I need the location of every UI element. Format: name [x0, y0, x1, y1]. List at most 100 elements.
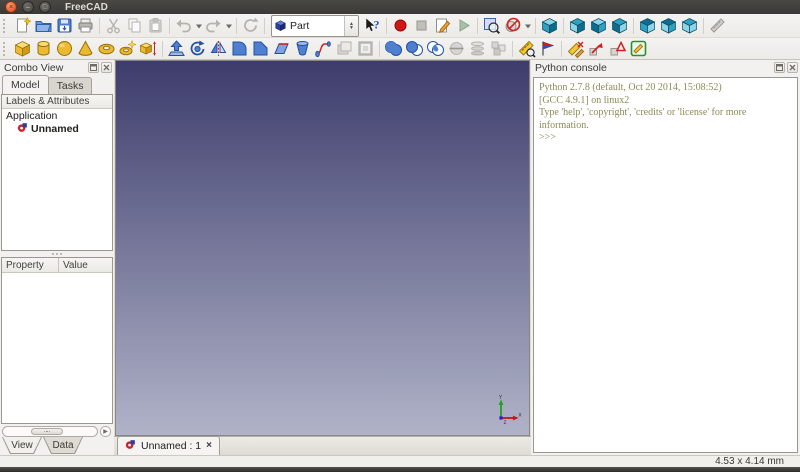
scrollbar-step-button[interactable]: ▶ — [100, 426, 111, 437]
cube-left-icon — [680, 16, 699, 35]
part-create-primitives-button[interactable] — [117, 38, 138, 59]
part-boolean-union-button[interactable] — [383, 38, 404, 59]
scrollbar-thumb[interactable] — [31, 428, 64, 435]
measure-linear-button[interactable] — [516, 38, 537, 59]
minimize-icon: – — [26, 3, 30, 11]
toolbar-separator — [700, 17, 707, 35]
tree-item-unnamed[interactable]: Unnamed — [2, 122, 112, 135]
axis-label-y: Y — [499, 395, 503, 401]
arrow-right-icon: ▶ — [103, 429, 108, 435]
workbench-selector-spinner[interactable]: ▲ ▼ — [344, 15, 358, 36]
part-extrude-button[interactable] — [166, 38, 187, 59]
toolbar-handle[interactable] — [3, 41, 9, 56]
redo-button — [203, 15, 224, 36]
toolbar-row-1: Part ▲ ▼? — [0, 14, 800, 38]
toolbar-separator — [630, 17, 637, 35]
model-tree-panel: Labels & Attributes Application Unnamed — [1, 94, 113, 251]
ruled-surface-icon — [272, 39, 291, 58]
compound-icon — [489, 39, 508, 58]
part-fillet-button[interactable] — [229, 38, 250, 59]
window-minimize-button[interactable]: – — [22, 1, 34, 13]
part-mirror-button[interactable] — [208, 38, 229, 59]
print-button[interactable] — [75, 15, 96, 36]
part-sphere-button[interactable] — [54, 38, 75, 59]
new-document-button[interactable] — [12, 15, 33, 36]
part-box-button[interactable] — [12, 38, 33, 59]
measure-toggle-delta-button[interactable] — [607, 38, 628, 59]
view-left-button[interactable] — [679, 15, 700, 36]
view-right-button[interactable] — [609, 15, 630, 36]
refresh-icon — [241, 16, 260, 35]
tab-close-icon[interactable]: × — [206, 441, 212, 451]
part-boolean-common-button[interactable] — [425, 38, 446, 59]
python-console-dock-buttons — [774, 62, 798, 73]
part-sweep-button[interactable] — [313, 38, 334, 59]
part-ruled-surface-button[interactable] — [271, 38, 292, 59]
window-close-button[interactable]: × — [5, 1, 17, 13]
python-console-title: Python console — [535, 62, 607, 74]
view-top-button[interactable] — [588, 15, 609, 36]
combo-view-float-button[interactable] — [88, 62, 99, 73]
tab-data[interactable]: Data — [43, 437, 83, 454]
tab-tasks[interactable]: Tasks — [47, 77, 93, 94]
boolean-cut-icon — [405, 39, 424, 58]
macro-record-button[interactable] — [390, 15, 411, 36]
tree-item-label: Unnamed — [31, 122, 79, 135]
measure-angular-button[interactable] — [537, 38, 558, 59]
part-loft-button[interactable] — [292, 38, 313, 59]
toolbar-handle[interactable] — [3, 18, 9, 33]
python-console-output[interactable]: Python 2.7.8 (default, Oct 20 2014, 15:0… — [533, 77, 798, 453]
cut-button — [103, 15, 124, 36]
part-thickness-button — [355, 38, 376, 59]
draw-style-button[interactable] — [502, 15, 523, 36]
part-cylinder-button[interactable] — [33, 38, 54, 59]
view-bottom-button[interactable] — [658, 15, 679, 36]
draw-style-dropdown[interactable] — [523, 15, 532, 36]
measure-toggle-all-button[interactable] — [628, 38, 649, 59]
undo-dropdown[interactable] — [194, 15, 203, 36]
part-revolve-button[interactable] — [187, 38, 208, 59]
save-document-button[interactable] — [54, 15, 75, 36]
cube-top-icon — [589, 16, 608, 35]
3d-viewport[interactable]: Y x z — [115, 60, 530, 436]
horizontal-scrollbar[interactable] — [2, 426, 98, 437]
python-console-float-button[interactable] — [774, 62, 785, 73]
tab-model[interactable]: Model — [2, 75, 49, 94]
draw-style-icon — [503, 16, 522, 35]
chevron-down-icon — [225, 17, 233, 35]
part-shape-builder-button[interactable] — [138, 38, 159, 59]
part-compound-button — [488, 38, 509, 59]
combo-view-close-button[interactable] — [101, 62, 112, 73]
view-rear-button[interactable] — [637, 15, 658, 36]
window-maximize-button[interactable]: □ — [39, 1, 51, 13]
workbench-selector[interactable]: Part ▲ ▼ — [271, 14, 359, 37]
measure-toggle-3d-button[interactable] — [586, 38, 607, 59]
open-document-button[interactable] — [33, 15, 54, 36]
axis-label-x: x — [519, 413, 522, 419]
measure-clear-all-button[interactable] — [565, 38, 586, 59]
maximize-icon: □ — [42, 3, 48, 11]
whats-this-button[interactable]: ? — [362, 15, 383, 36]
undo-button — [173, 15, 194, 36]
measure-toggle-all-icon — [629, 39, 648, 58]
tab-view[interactable]: View — [2, 437, 42, 454]
toolbar-separator — [558, 40, 565, 58]
part-boolean-cut-button[interactable] — [404, 38, 425, 59]
macro-edit-button[interactable] — [432, 15, 453, 36]
view-front-button[interactable] — [567, 15, 588, 36]
part-chamfer-button[interactable] — [250, 38, 271, 59]
part-torus-button[interactable] — [96, 38, 117, 59]
view-isometric-button[interactable] — [539, 15, 560, 36]
main-area: Combo View Model Tasks Labels & Attribut… — [0, 60, 800, 455]
fit-all-button[interactable] — [481, 15, 502, 36]
edit-macro-icon — [433, 16, 452, 35]
toolbar-separator — [532, 17, 539, 35]
svg-text:?: ? — [374, 18, 380, 32]
redo-dropdown[interactable] — [224, 15, 233, 36]
box-icon — [13, 39, 32, 58]
tree-item-application[interactable]: Application — [2, 109, 112, 122]
document-tab-unnamed[interactable]: Unnamed : 1 × — [117, 436, 220, 455]
part-cone-button[interactable] — [75, 38, 96, 59]
python-console-close-button[interactable] — [787, 62, 798, 73]
cross-sections-icon — [468, 39, 487, 58]
